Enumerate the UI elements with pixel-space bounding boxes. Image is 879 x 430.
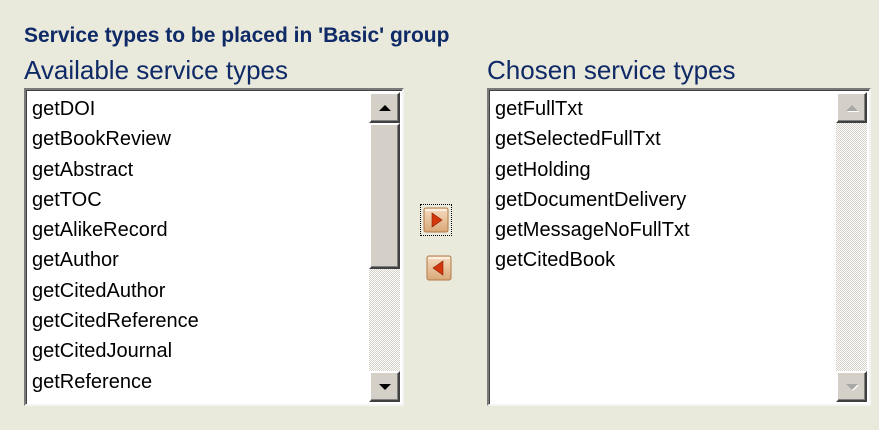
chosen-scrollbar[interactable] — [836, 92, 867, 402]
scroll-up-button[interactable] — [369, 92, 400, 123]
arrow-left-icon — [426, 255, 452, 281]
add-to-chosen-button[interactable] — [420, 204, 452, 236]
scroll-thumb[interactable] — [369, 123, 400, 269]
list-item[interactable]: getBookReview — [32, 124, 366, 154]
available-scrollbar[interactable] — [369, 92, 400, 402]
triangle-up-icon — [378, 104, 391, 111]
list-item[interactable]: getCitedReference — [32, 306, 366, 336]
list-item[interactable]: getCitedAuthor — [32, 276, 366, 306]
list-item[interactable]: getCitedBook — [495, 245, 833, 275]
chosen-label: Chosen service types — [487, 55, 736, 85]
scroll-down-button[interactable] — [836, 371, 867, 402]
chosen-list: getFullTxt getSelectedFullTxt getHolding… — [495, 94, 833, 276]
list-item[interactable]: getHolding — [495, 155, 833, 185]
list-item[interactable]: getDocumentDelivery — [495, 185, 833, 215]
list-item[interactable]: getAbstract — [32, 155, 366, 185]
scroll-down-button[interactable] — [369, 371, 400, 402]
list-item[interactable]: getAlikeRecord — [32, 215, 366, 245]
list-item[interactable]: getAuthor — [32, 245, 366, 275]
list-item[interactable]: getMessageNoFullTxt — [495, 215, 833, 245]
list-item[interactable]: getCitedJournal — [32, 336, 366, 366]
list-item[interactable]: getTOC — [32, 185, 366, 215]
available-list: getDOI getBookReview getAbstract getTOC … — [32, 94, 366, 397]
list-item[interactable]: getReference — [32, 367, 366, 397]
scroll-up-button[interactable] — [836, 92, 867, 123]
list-item[interactable]: getDOI — [32, 94, 366, 124]
section-title: Service types to be placed in 'Basic' gr… — [24, 24, 450, 47]
arrow-right-icon — [423, 207, 449, 233]
remove-from-chosen-button[interactable] — [426, 255, 452, 281]
triangle-down-icon — [378, 383, 391, 390]
triangle-up-icon — [845, 104, 858, 111]
chosen-listbox[interactable]: getFullTxt getSelectedFullTxt getHolding… — [487, 88, 871, 406]
available-label: Available service types — [24, 55, 288, 85]
triangle-down-icon — [845, 383, 858, 390]
available-listbox[interactable]: getDOI getBookReview getAbstract getTOC … — [24, 88, 404, 406]
list-item[interactable]: getSelectedFullTxt — [495, 124, 833, 154]
list-item[interactable]: getFullTxt — [495, 94, 833, 124]
